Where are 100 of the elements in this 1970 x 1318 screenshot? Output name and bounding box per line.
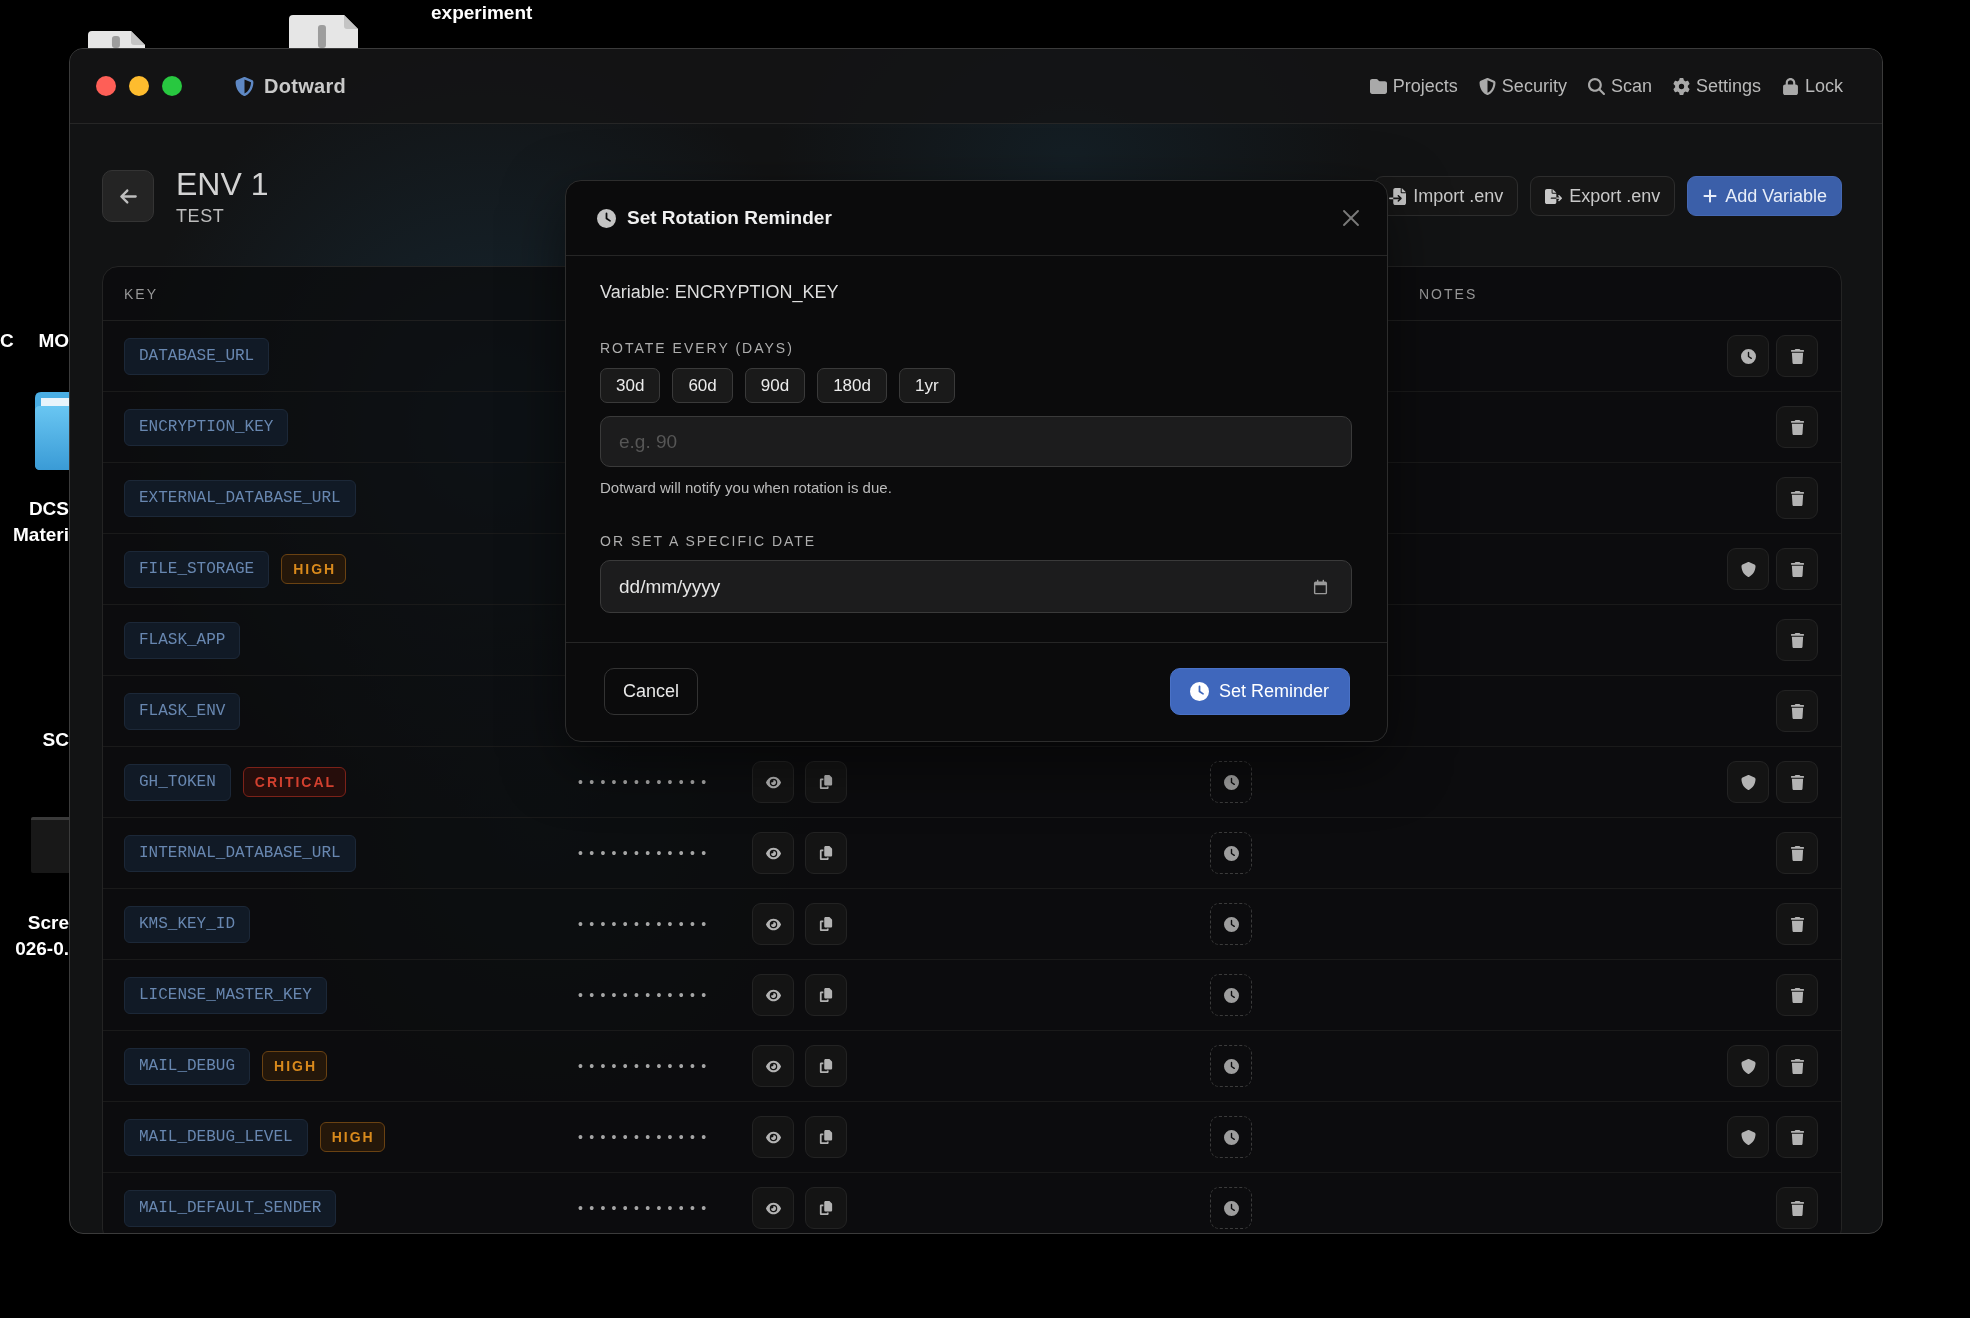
reveal-button[interactable] xyxy=(752,832,794,874)
delete-button[interactable] xyxy=(1776,761,1818,803)
set-expiry-button[interactable] xyxy=(1210,1116,1252,1158)
clock-icon xyxy=(1740,348,1756,364)
variable-key: MAIL_DEBUG_LEVEL xyxy=(124,1118,308,1156)
delete-button[interactable] xyxy=(1776,1116,1818,1158)
delete-button[interactable] xyxy=(1776,903,1818,945)
delete-button[interactable] xyxy=(1776,1045,1818,1087)
set-reminder-button[interactable]: Set Reminder xyxy=(1169,668,1350,715)
preset-button[interactable]: 180d xyxy=(817,368,887,403)
clock-icon xyxy=(1223,774,1239,790)
window-minimize-button[interactable] xyxy=(129,76,149,96)
preset-button[interactable]: 1yr xyxy=(898,368,955,403)
set-expiry-button[interactable] xyxy=(1210,832,1252,874)
variable-key: LICENSE_MASTER_KEY xyxy=(124,976,327,1014)
nav-link[interactable]: Security xyxy=(1478,75,1567,97)
desktop-label: Scre xyxy=(27,911,69,935)
masked-value: •••••••••••• xyxy=(578,845,713,861)
calendar-icon[interactable] xyxy=(1313,579,1328,594)
page-title: ENV 1 xyxy=(176,165,269,203)
nav-link[interactable]: Projects xyxy=(1369,75,1458,97)
copy-button[interactable] xyxy=(805,903,847,945)
export-button[interactable]: Export .env xyxy=(1530,176,1676,216)
copy-button[interactable] xyxy=(805,1116,847,1158)
set-expiry-button[interactable] xyxy=(1210,903,1252,945)
add-button[interactable]: Add Variable xyxy=(1687,176,1842,216)
back-arrow-icon xyxy=(118,186,138,206)
nav-link[interactable]: Scan xyxy=(1587,75,1652,97)
reveal-button[interactable] xyxy=(752,1045,794,1087)
date-input[interactable]: dd/mm/yyyy xyxy=(600,560,1352,613)
nav-link[interactable]: Lock xyxy=(1781,75,1843,97)
security-button[interactable] xyxy=(1727,548,1769,590)
copy-button[interactable] xyxy=(805,974,847,1016)
reveal-button[interactable] xyxy=(752,974,794,1016)
import-button[interactable]: Import .env xyxy=(1374,176,1519,216)
copy-button[interactable] xyxy=(805,832,847,874)
clock-icon xyxy=(1223,1129,1239,1145)
masked-value: •••••••••••• xyxy=(578,774,713,790)
masked-value: •••••••••••• xyxy=(578,916,713,932)
window-zoom-button[interactable] xyxy=(162,76,182,96)
file-export-icon xyxy=(1545,187,1563,205)
clock-icon xyxy=(1189,682,1209,701)
shield-icon xyxy=(1740,1129,1756,1145)
reveal-button[interactable] xyxy=(752,761,794,803)
set-expiry-button[interactable] xyxy=(1210,761,1252,803)
trash-icon xyxy=(1789,348,1805,364)
trash-icon xyxy=(1789,490,1805,506)
copy-icon xyxy=(819,775,833,789)
reminder-button[interactable] xyxy=(1727,335,1769,377)
window-close-button[interactable] xyxy=(96,76,116,96)
clock-icon xyxy=(1223,1058,1239,1074)
eye-icon xyxy=(765,987,781,1003)
clock-icon xyxy=(597,208,616,228)
variable-key: MAIL_DEFAULT_SENDER xyxy=(124,1189,337,1227)
preset-button[interactable]: 60d xyxy=(672,368,733,403)
eye-icon xyxy=(765,916,781,932)
copy-button[interactable] xyxy=(805,1187,847,1229)
set-expiry-button[interactable] xyxy=(1210,1187,1252,1229)
copy-button[interactable] xyxy=(805,761,847,803)
cancel-button[interactable]: Cancel xyxy=(604,668,699,715)
delete-button[interactable] xyxy=(1776,1187,1818,1229)
desktop-label: Materi xyxy=(13,523,69,547)
nav-link[interactable]: Settings xyxy=(1672,75,1761,97)
preset-button[interactable]: 30d xyxy=(600,368,661,403)
thumbnail-placeholder[interactable] xyxy=(31,817,69,873)
trash-icon xyxy=(1789,1129,1805,1145)
eye-icon xyxy=(765,845,781,861)
copy-button[interactable] xyxy=(805,1045,847,1087)
delete-button[interactable] xyxy=(1776,832,1818,874)
security-button[interactable] xyxy=(1727,1045,1769,1087)
page-subtitle: TEST xyxy=(176,205,225,227)
reveal-button[interactable] xyxy=(752,1187,794,1229)
days-input[interactable]: e.g. 90 xyxy=(600,416,1352,467)
delete-button[interactable] xyxy=(1776,619,1818,661)
masked-value: •••••••••••• xyxy=(578,1200,713,1216)
risk-badge: HIGH xyxy=(319,1122,385,1152)
folder-icon xyxy=(1369,77,1387,95)
back-button[interactable] xyxy=(102,170,154,222)
delete-button[interactable] xyxy=(1776,406,1818,448)
trash-icon xyxy=(1789,774,1805,790)
desktop-label: DCS xyxy=(28,497,69,521)
reveal-button[interactable] xyxy=(752,1116,794,1158)
security-button[interactable] xyxy=(1727,1116,1769,1158)
document-icon[interactable] xyxy=(289,15,358,48)
preset-button[interactable]: 90d xyxy=(744,368,806,403)
delete-button[interactable] xyxy=(1776,974,1818,1016)
delete-button[interactable] xyxy=(1776,335,1818,377)
trash-icon xyxy=(1789,987,1805,1003)
delete-button[interactable] xyxy=(1776,477,1818,519)
delete-button[interactable] xyxy=(1776,548,1818,590)
copy-icon xyxy=(819,846,833,860)
folder-icon[interactable] xyxy=(35,392,69,470)
security-button[interactable] xyxy=(1727,761,1769,803)
variable-key: FLASK_APP xyxy=(124,621,241,659)
reveal-button[interactable] xyxy=(752,903,794,945)
set-expiry-button[interactable] xyxy=(1210,974,1252,1016)
masked-value: •••••••••••• xyxy=(578,1129,713,1145)
document-icon[interactable] xyxy=(88,31,145,48)
set-expiry-button[interactable] xyxy=(1210,1045,1252,1087)
delete-button[interactable] xyxy=(1776,690,1818,732)
